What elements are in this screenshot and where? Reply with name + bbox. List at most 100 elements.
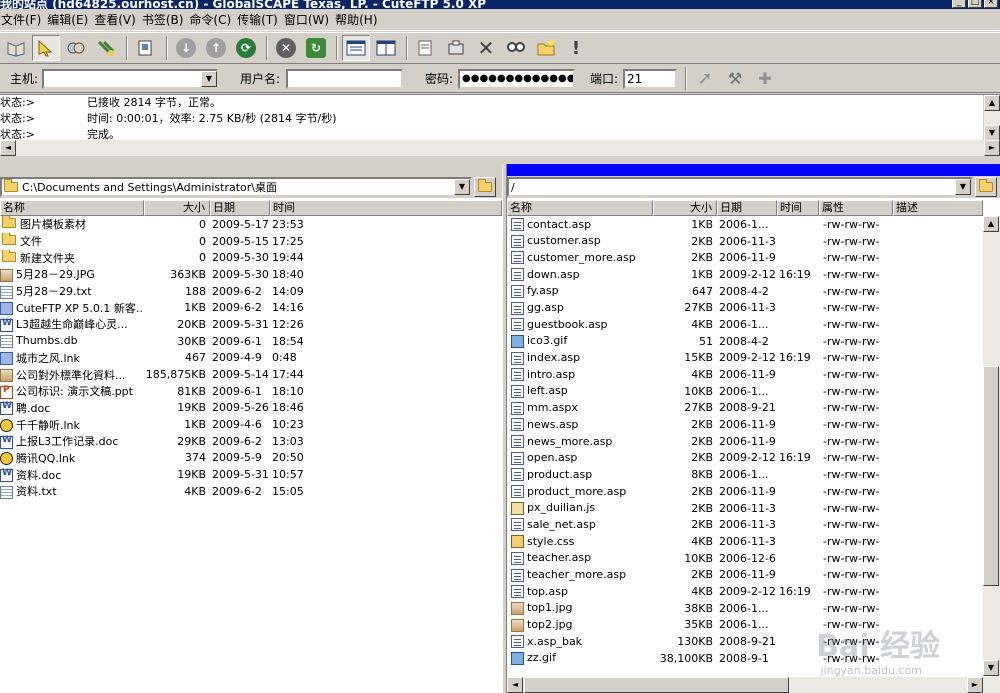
log-horizontal-scrollbar[interactable]: ◄ ► <box>0 140 1000 156</box>
scroll-left-icon[interactable]: ◄ <box>507 677 523 693</box>
file-row[interactable]: teacher.asp 10KB 2006-12-6 -rw-rw-rw- <box>507 550 893 567</box>
menu-help[interactable]: 帮助(H) <box>334 11 377 28</box>
file-row[interactable]: zz.gif 38,100KB 2008-9-1 -rw-rw-rw- <box>507 650 893 667</box>
file-row[interactable]: top.asp 4KB 2009-2-12 16:19 -rw-rw-rw- <box>507 583 893 600</box>
menu-commands[interactable]: 命令(C) <box>188 11 231 28</box>
scroll-right-icon[interactable]: ► <box>967 677 983 693</box>
scroll-up-icon[interactable]: ▲ <box>983 216 999 232</box>
file-row[interactable]: L3超越生命巅峰心灵... 20KB 2009-5-3112:26 <box>0 316 330 333</box>
file-row[interactable]: top2.jpg 35KB 2006-1... -rw-rw-rw- <box>507 617 893 634</box>
file-row[interactable]: 城市之风.lnk 467 2009-4-9 0:48 <box>0 350 330 367</box>
column-attributes[interactable]: 属性 <box>819 200 893 216</box>
minimize-button[interactable]: _ <box>952 0 966 8</box>
connect-icon[interactable] <box>32 35 60 61</box>
menu-edit[interactable]: 编辑(E) <box>46 11 88 28</box>
file-row[interactable]: open.asp 2KB 2009-2-12 16:19 -rw-rw-rw- <box>507 450 893 467</box>
file-row[interactable]: mm.aspx 27KB 2008-9-21 -rw-rw-rw- <box>507 400 893 417</box>
column-name[interactable]: 名称 <box>0 200 144 216</box>
file-row[interactable]: intro.asp 4KB 2006-11-9 -rw-rw-rw- <box>507 366 893 383</box>
scroll-thumb[interactable] <box>524 677 789 693</box>
column-size[interactable]: 大小 <box>653 200 717 216</box>
scroll-up-icon[interactable]: ▲ <box>984 95 1000 111</box>
site-manager-icon[interactable] <box>2 35 30 61</box>
file-row[interactable]: ico3.gif 51 2008-4-2 -rw-rw-rw- <box>507 333 893 350</box>
alert-icon[interactable]: ! <box>562 35 590 61</box>
upload-icon[interactable]: ↑ <box>202 35 230 61</box>
file-row[interactable]: top1.jpg 38KB 2006-1... -rw-rw-rw- <box>507 600 893 617</box>
scroll-left-icon[interactable]: ◄ <box>0 140 16 156</box>
file-row[interactable]: 公司對外標準化資料... 185,875KB 2009-5-14 17:44 <box>0 366 330 383</box>
scroll-down-icon[interactable]: ▼ <box>984 125 1000 141</box>
file-row[interactable]: 图片模板素材 0 2009-5-17 23:53 <box>0 216 330 233</box>
file-row[interactable]: 5月28－29.txt 188 2009-6-2 14:09 <box>0 283 330 300</box>
file-row[interactable]: contact.asp 1KB 2006-1... -rw-rw-rw- <box>507 216 893 233</box>
list-view-icon[interactable] <box>342 35 370 61</box>
file-row[interactable]: index.asp 15KB 2009-2-12 16:19 -rw-rw-rw- <box>507 350 893 367</box>
scroll-down-icon[interactable]: ▼ <box>983 660 999 676</box>
file-row[interactable]: down.asp 1KB 2009-2-12 16:19 -rw-rw-rw- <box>507 266 893 283</box>
add-site-icon[interactable]: ✚ <box>751 66 779 92</box>
stop-icon[interactable]: ✕ <box>272 35 300 61</box>
file-row[interactable]: gg.asp 27KB 2006-11-3 -rw-rw-rw- <box>507 299 893 316</box>
find-icon[interactable] <box>502 35 530 61</box>
column-date[interactable]: 日期 <box>210 200 270 216</box>
local-path-field[interactable]: C:\Documents and Settings\Administrator\… <box>0 177 472 197</box>
maximize-button[interactable]: □ <box>968 0 982 8</box>
file-row[interactable]: news.asp 2KB 2006-11-9 -rw-rw-rw- <box>507 416 893 433</box>
column-size[interactable]: 大小 <box>144 200 210 216</box>
file-row[interactable]: product.asp 8KB 2006-1... -rw-rw-rw- <box>507 466 893 483</box>
port-input[interactable]: 21 <box>623 68 677 89</box>
column-description[interactable]: 描述 <box>893 200 983 216</box>
edit-icon[interactable] <box>412 35 440 61</box>
file-row[interactable]: customer_more.asp 2KB 2006-11-9 -rw-rw-rw- <box>507 249 893 266</box>
file-row[interactable]: guestbook.asp 4KB 2006-1... -rw-rw-rw- <box>507 316 893 333</box>
hammer-icon[interactable]: ⚒ <box>721 66 749 92</box>
log-vertical-scrollbar[interactable]: ▲ ▼ <box>983 95 1000 141</box>
menu-view[interactable]: 查看(V) <box>93 11 136 28</box>
menu-file[interactable]: 文件(F) <box>0 11 41 28</box>
file-row[interactable]: px_duilian.js 2KB 2006-11-3 -rw-rw-rw- <box>507 500 893 517</box>
menu-window[interactable]: 窗口(W) <box>283 11 329 28</box>
remote-up-folder-button[interactable] <box>975 177 997 197</box>
scroll-thumb[interactable] <box>983 366 999 586</box>
remote-path-field[interactable]: / ▼ <box>507 177 973 197</box>
reload-icon[interactable]: ↻ <box>302 35 330 61</box>
new-folder-icon[interactable] <box>532 35 560 61</box>
scroll-right-icon[interactable]: ► <box>984 140 1000 156</box>
column-name[interactable]: 名称 <box>507 200 653 216</box>
file-row[interactable]: 文件 0 2009-5-15 17:25 <box>0 233 330 250</box>
file-row[interactable]: customer.asp 2KB 2006-11-3 -rw-rw-rw- <box>507 233 893 250</box>
file-row[interactable]: 公司标识: 演示文稿.ppt 81KB 2009-6-1 18:10 <box>0 383 330 400</box>
file-row[interactable]: 上报L3工作记录.doc 29KB 2009-6-2 13:03 <box>0 433 330 450</box>
disconnect-icon[interactable] <box>92 35 120 61</box>
close-button[interactable]: × <box>984 0 998 8</box>
file-row[interactable]: CuteFTP XP 5.0.1 新客... 1KB 2009-6-2 14:16 <box>0 299 330 316</box>
detail-view-icon[interactable] <box>372 35 400 61</box>
local-path-dropdown-icon[interactable]: ▼ <box>454 179 470 195</box>
menu-transfer[interactable]: 传输(T) <box>236 11 278 28</box>
file-row[interactable]: teacher_more.asp 2KB 2006-11-9 -rw-rw-rw- <box>507 566 893 583</box>
download-icon[interactable]: ↓ <box>172 35 200 61</box>
file-row[interactable]: style.css 4KB 2006-11-3 -rw-rw-rw- <box>507 533 893 550</box>
file-row[interactable]: 千千静听.lnk 1KB 2009-4-6 10:23 <box>0 416 330 433</box>
view-icon[interactable] <box>132 35 160 61</box>
file-row[interactable]: 资料.txt 4KB 2009-6-2 15:05 <box>0 483 330 500</box>
file-row[interactable]: 新建文件夹 0 2009-5-30 19:44 <box>0 249 330 266</box>
file-row[interactable]: sale_net.asp 2KB 2006-11-3 -rw-rw-rw- <box>507 516 893 533</box>
file-row[interactable]: Thumbs.db 30KB 2009-6-1 18:54 <box>0 333 330 350</box>
file-row[interactable]: product_more.asp 2KB 2006-11-9 -rw-rw-rw- <box>507 483 893 500</box>
column-time[interactable]: 时间 <box>270 200 502 216</box>
user-input[interactable] <box>286 68 403 89</box>
remote-vertical-scrollbar[interactable]: ▲ ▼ <box>983 216 1000 676</box>
file-row[interactable]: left.asp 10KB 2006-1... -rw-rw-rw- <box>507 383 893 400</box>
refresh-icon[interactable]: ⟳ <box>232 35 260 61</box>
menu-bookmarks[interactable]: 书签(B) <box>141 11 184 28</box>
host-dropdown-icon[interactable]: ▼ <box>201 71 217 87</box>
file-row[interactable]: 腾讯QQ.lnk 374 2009-5-9 20:50 <box>0 450 330 467</box>
connect-arrow-icon[interactable]: ➚ <box>691 66 719 92</box>
file-row[interactable]: x.asp_bak 130KB 2008-9-21 -rw-rw-rw- <box>507 633 893 650</box>
chmod-icon[interactable] <box>442 35 470 61</box>
file-row[interactable]: fy.asp 647 2008-4-2 -rw-rw-rw- <box>507 283 893 300</box>
remote-path-dropdown-icon[interactable]: ▼ <box>955 179 971 195</box>
host-input[interactable] <box>42 68 218 89</box>
